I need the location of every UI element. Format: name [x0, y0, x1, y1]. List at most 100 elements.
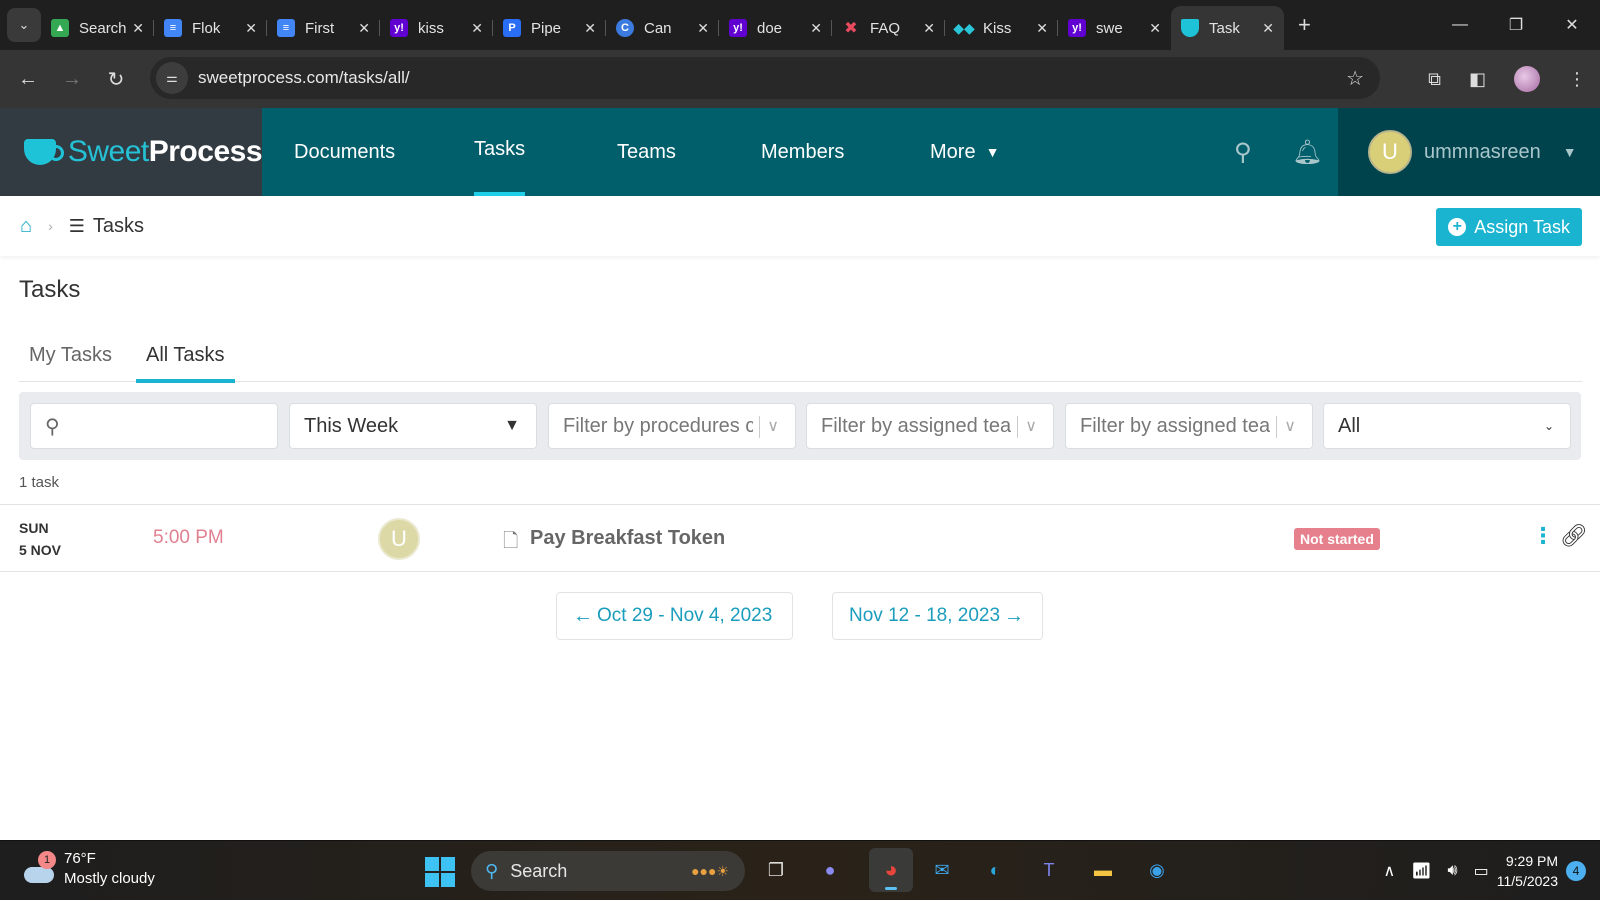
weather-widget[interactable]: 1 76°F Mostly cloudy: [22, 849, 155, 889]
chevron-down-icon: ⌄: [1543, 419, 1554, 433]
task-view-icon[interactable]: ❐: [759, 853, 793, 887]
assigned-team-filter[interactable]: Filter by assigned tea ∨: [806, 403, 1054, 449]
back-icon[interactable]: ←: [6, 68, 50, 91]
edge-icon[interactable]: ◐: [978, 853, 1012, 887]
close-icon[interactable]: ✕: [1262, 20, 1274, 37]
nav-more[interactable]: More ▼: [930, 108, 999, 196]
meet-icon[interactable]: ●: [813, 853, 847, 887]
tab-search-button[interactable]: ⌄: [7, 8, 41, 42]
taskbar-search[interactable]: ⚲ Search ●●●☀: [471, 851, 745, 891]
chevron-down-icon: ⌄: [18, 17, 30, 32]
reload-icon[interactable]: ↻: [94, 67, 138, 92]
minimize-icon[interactable]: —: [1432, 16, 1488, 34]
user-menu[interactable]: U ummnasreen ▼: [1338, 108, 1600, 196]
assignee-avatar[interactable]: U: [378, 518, 420, 560]
app-icon[interactable]: ◉: [1140, 853, 1174, 887]
chrome-icon[interactable]: ◕: [869, 848, 913, 892]
browser-tab[interactable]: P Pipe ✕: [493, 10, 606, 46]
nav-members[interactable]: Members: [761, 108, 844, 196]
table-row[interactable]: SUN 5 NOV 5:00 PM U 🗋 Pay Breakfast Toke…: [0, 504, 1600, 572]
nav-tasks[interactable]: Tasks: [474, 108, 526, 196]
procedures-filter[interactable]: Filter by procedures c ∨: [548, 403, 796, 449]
close-icon[interactable]: ✕: [1036, 20, 1048, 37]
close-icon[interactable]: ✕: [245, 20, 257, 37]
browser-tab[interactable]: ≡ First ✕: [267, 10, 380, 46]
browser-tab[interactable]: ▲ Search ✕: [41, 10, 154, 46]
nav-documents[interactable]: Documents: [294, 108, 395, 196]
search-icon[interactable]: ⚲: [1234, 138, 1252, 167]
close-icon[interactable]: ✕: [358, 20, 370, 37]
close-icon[interactable]: ✕: [697, 20, 709, 37]
period-value: This Week: [304, 414, 399, 437]
browser-tab[interactable]: ✖ FAQ ✕: [832, 10, 945, 46]
yahoo-icon: y!: [1068, 19, 1086, 37]
system-clock[interactable]: 9:29 PM 11/5/2023: [1497, 851, 1558, 891]
close-icon[interactable]: ✕: [584, 20, 596, 37]
browser-tab[interactable]: y! swe ✕: [1058, 10, 1171, 46]
previous-week-label: Oct 29 - Nov 4, 2023: [597, 605, 773, 626]
taskbar-search-label: Search: [510, 860, 568, 881]
previous-week-button[interactable]: ← Oct 29 - Nov 4, 2023: [556, 592, 793, 640]
new-tab-button[interactable]: +: [1298, 12, 1311, 38]
google-drive-icon: ▲: [51, 19, 69, 37]
notification-badge[interactable]: 4: [1566, 861, 1586, 881]
url-text[interactable]: sweetprocess.com/tasks/all/: [198, 68, 410, 88]
wifi-icon[interactable]: 📶︎: [1411, 861, 1431, 881]
browser-tab[interactable]: y! doe ✕: [719, 10, 832, 46]
close-icon[interactable]: ✕: [810, 20, 822, 37]
windows-start-icon[interactable]: [425, 857, 455, 887]
bookmark-star-icon[interactable]: ☆: [1346, 66, 1364, 91]
more-options-icon[interactable]: ⋮: [1532, 523, 1554, 549]
tab-title: Can: [644, 19, 672, 37]
period-select[interactable]: This Week ▼: [289, 403, 537, 449]
close-icon[interactable]: ✕: [471, 20, 483, 37]
nav-label: Members: [761, 140, 845, 163]
assigned-team-filter-2[interactable]: Filter by assigned tea ∨: [1065, 403, 1313, 449]
mail-icon[interactable]: ✉: [925, 853, 959, 887]
restore-icon[interactable]: ❐: [1488, 15, 1544, 35]
tab-title: doe: [757, 19, 783, 37]
tab-all-tasks[interactable]: All Tasks: [135, 330, 235, 383]
assign-task-button[interactable]: + Assign Task: [1436, 208, 1582, 246]
browser-tab[interactable]: C Can ✕: [606, 10, 719, 46]
next-week-button[interactable]: Nov 12 - 18, 2023 →: [832, 592, 1043, 640]
close-icon[interactable]: ✕: [923, 20, 935, 37]
file-explorer-icon[interactable]: ▬: [1086, 853, 1120, 887]
forward-icon[interactable]: →: [50, 68, 94, 91]
nav-teams[interactable]: Teams: [617, 108, 676, 196]
status-select[interactable]: All ⌄: [1323, 403, 1571, 449]
task-name-link[interactable]: Pay Breakfast Token: [530, 527, 725, 550]
teams-icon[interactable]: T: [1032, 853, 1066, 887]
site-info-icon[interactable]: ⚌: [156, 62, 188, 94]
browser-tab[interactable]: ◆◆ Kiss ✕: [945, 10, 1058, 46]
close-window-icon[interactable]: ✕: [1544, 15, 1600, 35]
extensions-icon[interactable]: ⧉: [1428, 69, 1441, 90]
google-docs-icon: ≡: [277, 19, 295, 37]
address-bar[interactable]: ⚌ sweetprocess.com/tasks/all/ ☆: [150, 57, 1380, 99]
browser-tab[interactable]: ≡ Flok ✕: [154, 10, 267, 46]
profile-avatar[interactable]: [1514, 66, 1540, 92]
user-name: ummnasreen: [1424, 140, 1541, 163]
browser-tab[interactable]: y! kiss ✕: [380, 10, 493, 46]
browser-tab-active[interactable]: Task ✕: [1171, 6, 1284, 50]
link-icon[interactable]: 🔗︎: [1560, 523, 1588, 549]
assign-task-label: Assign Task: [1474, 216, 1570, 237]
home-icon[interactable]: ⌂: [20, 215, 32, 238]
kissflow-icon: ◆◆: [953, 19, 975, 36]
tab-title: Task: [1209, 19, 1240, 37]
bell-icon[interactable]: 🔔︎: [1292, 138, 1322, 167]
search-input[interactable]: ⚲: [30, 403, 278, 449]
browser-toolbar: ← → ↻ ⚌ sweetprocess.com/tasks/all/ ☆ ⧉ …: [0, 50, 1600, 108]
battery-icon[interactable]: ▭: [1474, 861, 1489, 881]
sweetprocess-logo[interactable]: Sweet Process: [0, 108, 263, 196]
chevron-down-icon: ▼: [504, 417, 520, 434]
chevron-right-icon: ›: [48, 218, 53, 234]
volume-icon[interactable]: 🔊︎: [1448, 862, 1458, 880]
close-icon[interactable]: ✕: [1149, 20, 1161, 37]
show-hidden-icons[interactable]: ∧: [1384, 861, 1396, 881]
close-icon[interactable]: ✕: [132, 20, 144, 37]
browser-menu-icon[interactable]: ⋮: [1568, 69, 1586, 90]
tab-my-tasks[interactable]: My Tasks: [19, 330, 122, 382]
weather-desc: Mostly cloudy: [64, 870, 155, 887]
side-panel-icon[interactable]: ◧: [1469, 69, 1486, 90]
